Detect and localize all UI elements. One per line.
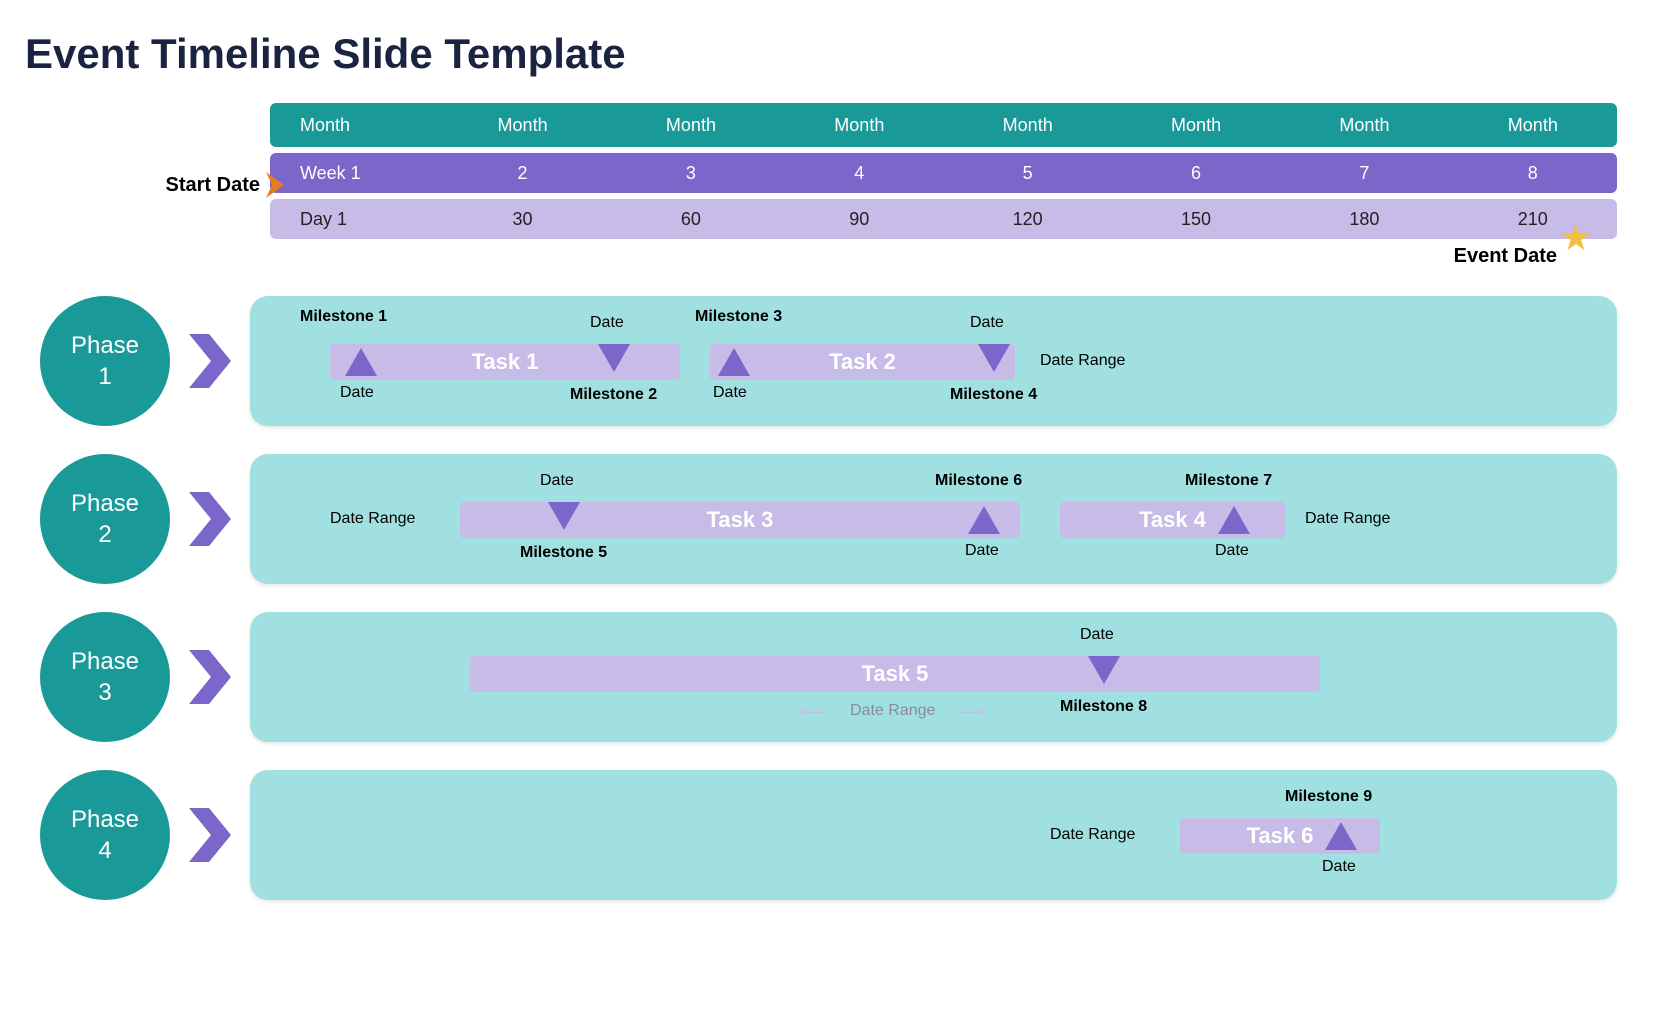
phase-body-3: Task 5 Date Milestone 8 Date Range ⟵ ⟶	[250, 612, 1617, 742]
milestone-marker-icon	[345, 348, 377, 376]
milestone-marker-icon	[548, 502, 580, 530]
milestone-label: Milestone 1	[300, 308, 387, 326]
date-range-label: Date Range	[1305, 510, 1390, 528]
star-icon: ★	[1560, 217, 1592, 259]
phase-circle-4: Phase 4	[40, 770, 170, 900]
milestone-label: Milestone 2	[570, 386, 657, 404]
month-bar: MonthMonthMonthMonth MonthMonthMonthMont…	[270, 103, 1617, 147]
date-label: Date	[1080, 626, 1114, 644]
milestone-label: Milestone 3	[695, 308, 782, 326]
milestone-label: Milestone 5	[520, 544, 607, 562]
phase-row: Phase 3 Task 5 Date Milestone 8 Date Ran…	[20, 612, 1647, 742]
start-arrow-icon	[266, 172, 292, 204]
date-label: Date	[1215, 542, 1249, 560]
milestone-label: Milestone 6	[935, 472, 1022, 490]
chevron-icon	[185, 492, 235, 546]
phase-row: Phase 1 Milestone 1 Task 1 Date Date Mil…	[20, 296, 1647, 426]
milestone-label: Milestone 7	[1185, 472, 1272, 490]
phase-circle-2: Phase 2	[40, 454, 170, 584]
milestone-marker-icon	[1088, 656, 1120, 684]
date-label: Date	[713, 384, 747, 402]
page-title: Event Timeline Slide Template	[25, 30, 1647, 78]
task-bar: Task 3	[460, 502, 1020, 538]
task-bar: Task 4	[1060, 502, 1285, 538]
phase-body-4: Date Range Milestone 9 Task 6 Date	[250, 770, 1617, 900]
date-label: Date	[1322, 858, 1356, 876]
phase-circle-1: Phase 1	[40, 296, 170, 426]
phase-row: Phase 2 Date Range Date Task 3 Milestone…	[20, 454, 1647, 584]
milestone-marker-icon	[598, 344, 630, 372]
task-bar: Task 5	[470, 656, 1320, 692]
phase-circle-3: Phase 3	[40, 612, 170, 742]
milestone-marker-icon	[968, 506, 1000, 534]
phase-row: Phase 4 Date Range Milestone 9 Task 6 Da…	[20, 770, 1647, 900]
date-range-label: Date Range	[1040, 352, 1125, 370]
arrow-left-icon: ⟵	[798, 702, 824, 723]
event-date-label: Event Date	[1454, 245, 1557, 268]
chevron-icon	[185, 808, 235, 862]
phase-body-2: Date Range Date Task 3 Milestone 5 Miles…	[250, 454, 1617, 584]
task-bar: Task 2	[710, 344, 1015, 380]
date-label: Date	[540, 472, 574, 490]
milestone-label: Milestone 8	[1060, 698, 1147, 716]
date-label: Date	[970, 314, 1004, 332]
date-range-label: Date Range	[1050, 826, 1135, 844]
timeline-header: Start Date MonthMonthMonthMonth MonthMon…	[20, 103, 1647, 268]
milestone-label: Milestone 4	[950, 386, 1037, 404]
day-bar: Day 1306090 120150180210	[270, 199, 1617, 239]
week-bar: Week 1234 5678	[270, 153, 1617, 193]
date-range-label: Date Range	[330, 510, 415, 528]
date-label: Date	[590, 314, 624, 332]
arrow-right-icon: ⟶	[960, 702, 986, 723]
milestone-marker-icon	[1325, 822, 1357, 850]
start-date-label: Start Date	[166, 174, 260, 196]
date-label: Date	[340, 384, 374, 402]
date-label: Date	[965, 542, 999, 560]
date-range-label: Date Range	[850, 702, 935, 720]
chevron-icon	[185, 650, 235, 704]
chevron-icon	[185, 334, 235, 388]
milestone-marker-icon	[718, 348, 750, 376]
milestone-marker-icon	[978, 344, 1010, 372]
milestone-label: Milestone 9	[1285, 788, 1372, 806]
phase-body-1: Milestone 1 Task 1 Date Date Milestone 2…	[250, 296, 1617, 426]
milestone-marker-icon	[1218, 506, 1250, 534]
